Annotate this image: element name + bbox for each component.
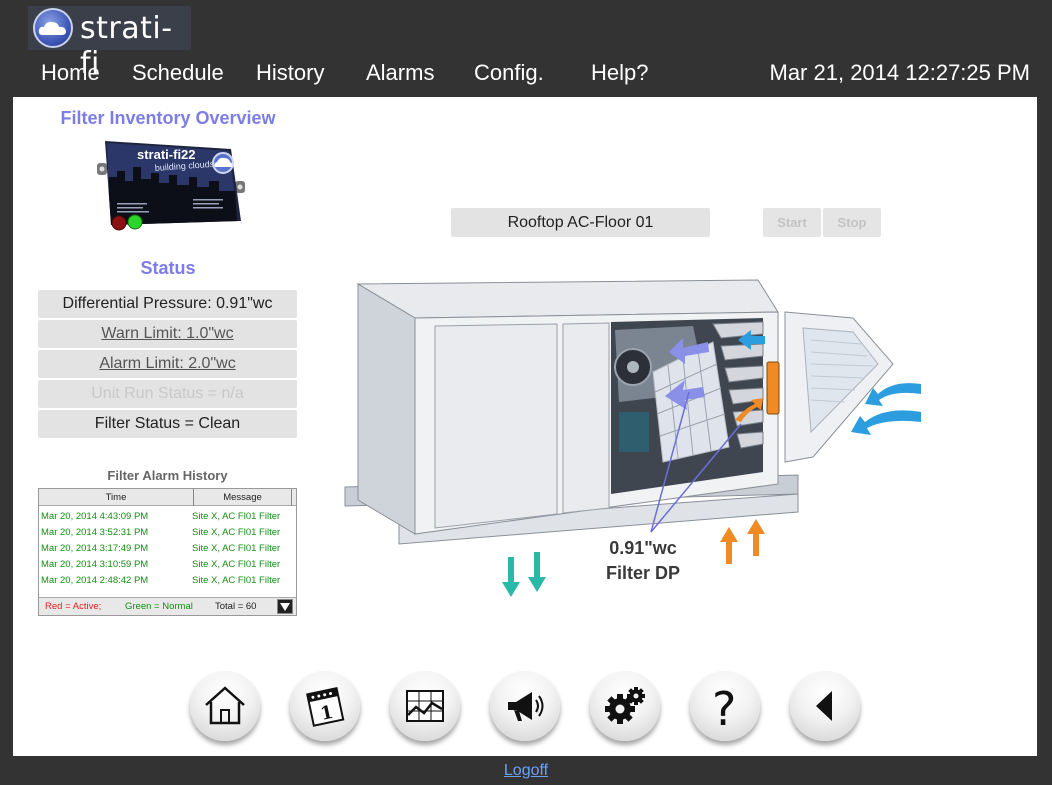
filter-status-text: Filter Status = Clean [94,415,241,432]
row-message: Site X, AC Fl01 Filter [192,543,281,554]
nav-alarms[interactable]: Alarms [366,60,434,86]
row-time: Mar 20, 2014 4:43:09 PM [41,511,149,522]
alarms-button[interactable] [490,671,560,741]
history-button[interactable] [390,671,460,741]
help-button[interactable]: ? [690,671,760,741]
row-time: Mar 20, 2014 2:48:42 PM [41,575,149,586]
row-time: Mar 20, 2014 3:17:49 PM [41,543,149,554]
air-handler-diagram [344,279,921,597]
row-message: Site X, AC Fl01 Filter [192,559,281,570]
back-icon [816,691,832,721]
status-title: Status [140,258,196,278]
unit-run-status-text: Unit Run Status = n/a [91,385,244,402]
alarm-limit-text[interactable]: Alarm Limit: 2.0"wc [99,355,235,372]
back-button[interactable] [790,671,860,741]
table-row[interactable]: Mar 20, 2014 3:52:31 PM Site X, AC Fl01 … [39,525,296,541]
row-time: Mar 20, 2014 3:52:31 PM [41,527,149,538]
alarm-limit-link[interactable]: Alarm Limit: 2.0"wc [38,350,297,378]
help-icon: ? [712,683,736,729]
nav-help[interactable]: Help? [591,60,648,86]
nav-home[interactable]: Home [41,60,100,86]
row-message: Site X, AC Fl01 Filter [192,575,281,586]
alarm-history-footer: Red = Active; Green = Normal Total = 60 [39,597,296,615]
row-time: Mar 20, 2014 3:10:59 PM [41,559,149,570]
alarm-history-table[interactable]: Time Message Mar 20, 2014 4:43:09 PM Sit… [38,488,297,616]
schedule-button[interactable]: 1 [290,671,360,741]
row-message: Site X, AC Fl01 Filter [192,527,281,538]
unit-run-status: Unit Run Status = n/a [38,380,297,408]
config-button[interactable] [590,671,660,741]
chart-icon [406,690,444,722]
filter-dp-label: Filter DP [605,563,680,583]
filter-status: Filter Status = Clean [38,410,297,438]
current-datetime: Mar 21, 2014 12:27:25 PM [769,60,1031,85]
nav-history[interactable]: History [256,60,324,86]
unit-selector[interactable]: Rooftop AC-Floor 01 [451,208,710,237]
scroll-down-icon[interactable] [277,599,293,614]
alarm-history-title: Filter Alarm History [107,468,228,483]
row-message: Site X, AC Fl01 Filter [192,511,281,522]
filter-dp-value: 0.91"wc [609,538,677,558]
calendar-icon: 1 [306,687,345,727]
column-time[interactable]: Time [39,489,194,506]
nav-config[interactable]: Config. [474,60,544,86]
sidebar-title: Filter Inventory Overview [60,108,276,128]
gear-icon [605,687,645,724]
logoff-bar: Logoff [0,762,1052,780]
alarm-history-header: Time Message [39,489,296,506]
brand-logo[interactable]: strati-fi [28,6,191,81]
legend-normal: Green = Normal [125,601,193,612]
warn-limit-link[interactable]: Warn Limit: 1.0"wc [38,320,297,348]
cloud-icon [33,8,73,48]
table-row[interactable]: Mar 20, 2014 4:43:09 PM Site X, AC Fl01 … [39,509,296,525]
device-image: strati-fi22 building clouds [97,141,245,231]
table-row[interactable]: Mar 20, 2014 3:10:59 PM Site X, AC Fl01 … [39,557,296,573]
column-message[interactable]: Message [194,489,292,506]
differential-pressure: Differential Pressure: 0.91"wc [38,290,297,318]
home-button[interactable] [190,671,260,741]
differential-pressure-text: Differential Pressure: 0.91"wc [62,295,273,312]
home-icon [205,686,245,725]
warn-limit-text[interactable]: Warn Limit: 1.0"wc [101,325,233,342]
start-button[interactable]: Start [763,208,821,237]
nav-schedule[interactable]: Schedule [132,60,224,86]
table-row[interactable]: Mar 20, 2014 2:48:42 PM Site X, AC Fl01 … [39,573,296,589]
alarm-total: Total = 60 [215,601,257,612]
device-name: strati-fi22 [137,147,196,162]
main-panel: Filter Inventory Overview strati-fi22 bu… [13,97,1037,756]
stop-button[interactable]: Stop [823,208,881,237]
megaphone-icon [508,692,544,721]
table-row[interactable]: Mar 20, 2014 3:17:49 PM Site X, AC Fl01 … [39,541,296,557]
svg-text:?: ? [712,683,736,729]
legend-active: Red = Active; [45,601,102,612]
logoff-link[interactable]: Logoff [504,762,548,779]
